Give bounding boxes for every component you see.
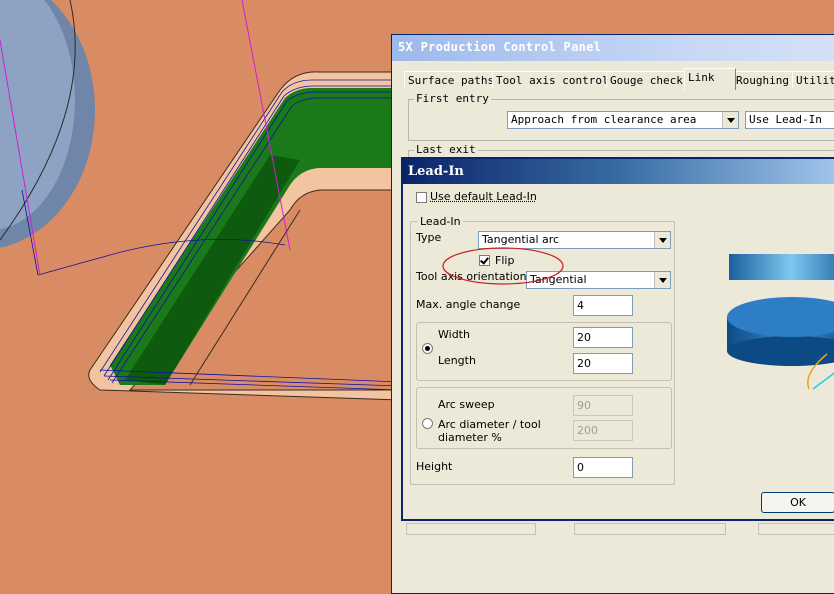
max-angle-label: Max. angle change [416, 298, 521, 311]
first-entry-label: First entry [414, 92, 491, 105]
dialog-title-bar[interactable]: Lead-In [403, 159, 834, 184]
panel-title: 5X Production Control Panel [398, 40, 602, 54]
approach-select[interactable]: Approach from clearance area [507, 111, 739, 129]
use-default-label[interactable]: Use default Lead-In [430, 190, 537, 203]
bottom-field-1 [406, 523, 536, 535]
bottom-field-3 [758, 523, 834, 535]
arc-diameter-label-1: Arc diameter / tool [438, 418, 541, 431]
panel-title-bar[interactable]: 5X Production Control Panel [392, 35, 834, 61]
lead-in-dialog: Lead-In Use default Lead-In Lead-In Type… [401, 157, 834, 521]
preview-tool-bar [729, 254, 834, 280]
lead-in-group-label: Lead-In [418, 215, 463, 228]
width-input[interactable]: 20 [573, 327, 633, 348]
arc-sweep-input[interactable]: 90 [573, 395, 633, 416]
arc-radio[interactable] [422, 418, 433, 429]
tab-roughing[interactable]: Roughing [732, 71, 793, 89]
highlight-ellipse [442, 247, 564, 285]
arc-diameter-label-2: diameter % [438, 431, 502, 444]
length-label: Length [438, 354, 476, 367]
lead-type-select[interactable]: Use Lead-In [745, 111, 834, 129]
height-label: Height [416, 460, 453, 473]
lead-in-preview [727, 254, 834, 390]
chevron-down-icon[interactable] [722, 112, 738, 128]
height-input[interactable]: 0 [573, 457, 633, 478]
chevron-down-icon[interactable] [654, 272, 670, 288]
max-angle-input[interactable]: 4 [573, 295, 633, 316]
arc-diameter-input[interactable]: 200 [573, 420, 633, 441]
lead-type-value: Use Lead-In [749, 113, 822, 126]
length-input[interactable]: 20 [573, 353, 633, 374]
arc-sweep-label: Arc sweep [438, 398, 495, 411]
tab-surface-paths[interactable]: Surface paths [404, 71, 499, 89]
last-exit-label: Last exit [414, 143, 478, 156]
tab-gouge-check[interactable]: Gouge check [606, 71, 687, 89]
tab-tool-axis-control[interactable]: Tool axis control [492, 71, 613, 89]
ok-button[interactable]: OK [761, 492, 834, 513]
tab-utilities[interactable]: Utilit [792, 71, 834, 89]
approach-value: Approach from clearance area [511, 113, 697, 126]
use-default-checkbox[interactable] [416, 192, 427, 203]
tab-link[interactable]: Link [684, 68, 736, 90]
type-label: Type [416, 231, 442, 244]
dialog-title: Lead-In [408, 164, 464, 179]
chevron-down-icon[interactable] [654, 232, 670, 248]
type-value: Tangential arc [482, 233, 560, 246]
bottom-field-2 [574, 523, 726, 535]
width-label: Width [438, 328, 470, 341]
width-length-radio[interactable] [422, 343, 433, 354]
